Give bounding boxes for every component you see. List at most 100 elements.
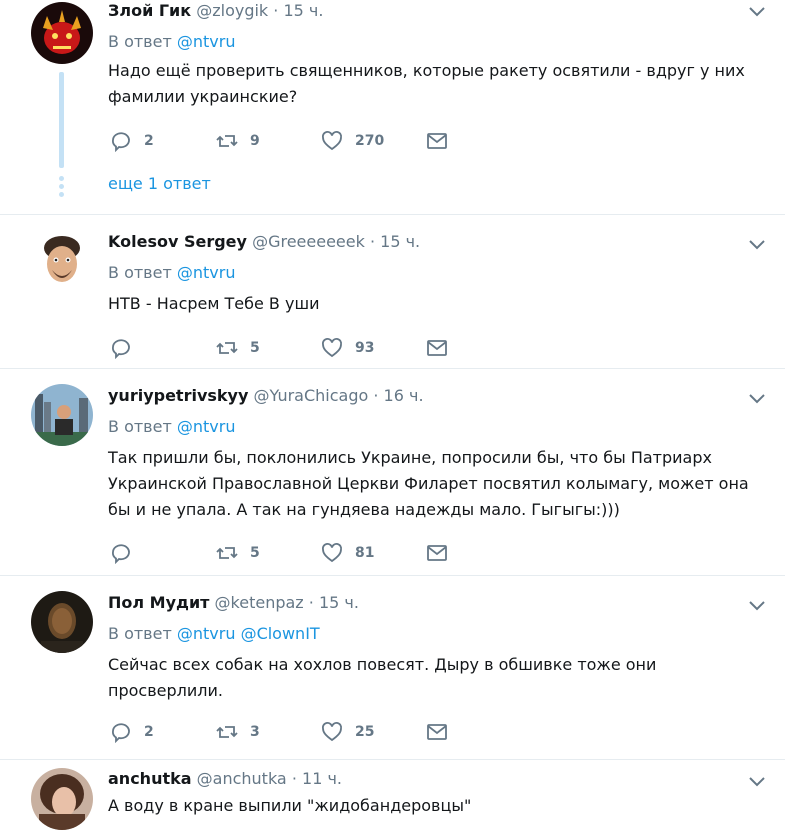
timestamp[interactable]: 11 ч.	[302, 769, 342, 788]
author-handle[interactable]: @ketenpaz	[215, 593, 304, 612]
tweet-5[interactable]: anchutka @anchutka · 11 ч. А воду в кран…	[0, 760, 785, 833]
separator-dot: ·	[291, 769, 297, 788]
tweet-header: Kolesov Sergey @Greeeeeeek · 15 ч.	[108, 232, 420, 251]
reply-to-label: В ответ	[108, 32, 172, 51]
tweet-header: yuriypetrivskyy @YuraChicago · 16 ч.	[108, 386, 424, 405]
thread-line	[59, 72, 64, 168]
reply-button[interactable]: 2	[110, 128, 154, 154]
chevron-down-icon[interactable]	[748, 238, 766, 250]
thread-dots	[59, 176, 64, 200]
tweet-header: anchutka @anchutka · 11 ч.	[108, 769, 342, 788]
author-handle[interactable]: @zloygik	[196, 1, 268, 20]
dm-button[interactable]	[426, 128, 448, 154]
timestamp[interactable]: 15 ч.	[319, 593, 359, 612]
show-more-replies-link[interactable]: еще 1 ответ	[108, 174, 211, 193]
avatar-image	[31, 591, 93, 653]
tweet-header: Злой Гик @zloygik · 15 ч.	[108, 1, 323, 20]
tweet-2[interactable]: Kolesov Sergey @Greeeeeeek · 15 ч. В отв…	[0, 215, 785, 367]
author-handle[interactable]: @anchutka	[197, 769, 287, 788]
envelope-icon	[427, 133, 447, 149]
mention-link[interactable]: @ntvru	[177, 263, 236, 282]
tweet-1[interactable]: Злой Гик @zloygik · 15 ч. В ответ @ntvru…	[0, 0, 785, 214]
mention-link[interactable]: @ntvru	[177, 417, 236, 436]
avatar[interactable]	[31, 591, 93, 653]
tweet-actions: 5 81	[108, 540, 528, 566]
envelope-icon	[427, 545, 447, 561]
reply-button[interactable]	[110, 540, 144, 566]
like-count: 270	[355, 133, 385, 149]
reply-to-line: В ответ @ntvru	[108, 263, 235, 282]
mention-link[interactable]: @ntvru	[177, 32, 236, 51]
dm-button[interactable]	[426, 540, 448, 566]
like-count: 81	[355, 545, 375, 561]
author-handle[interactable]: @Greeeeeeek	[252, 232, 365, 251]
avatar-image	[31, 2, 93, 64]
author-handle[interactable]: @YuraChicago	[254, 386, 369, 405]
avatar[interactable]	[31, 384, 93, 446]
reply-to-line: В ответ @ntvru	[108, 32, 235, 51]
retweet-icon	[216, 547, 238, 559]
avatar-image	[31, 384, 93, 446]
chevron-down-icon[interactable]	[748, 599, 766, 611]
retweet-count: 9	[250, 133, 260, 149]
author-name[interactable]: Пол Мудит	[108, 593, 209, 612]
separator-dot: ·	[308, 593, 314, 612]
author-name[interactable]: Kolesov Sergey	[108, 232, 247, 251]
dm-button[interactable]	[426, 719, 448, 745]
separator-dot: ·	[369, 232, 376, 251]
retweet-button[interactable]: 3	[216, 719, 260, 745]
mention-link[interactable]: @ntvru	[177, 624, 236, 643]
separator-dot: ·	[373, 386, 379, 405]
reply-to-label: В ответ	[108, 417, 172, 436]
timestamp[interactable]: 15 ч.	[283, 1, 323, 20]
tweet-text: А воду в кране выпили "жидобандеровцы"	[108, 796, 472, 815]
retweet-icon	[216, 342, 238, 354]
avatar[interactable]	[31, 2, 93, 64]
tweet-text: Надо ещё проверить священников, которые …	[108, 61, 745, 106]
tweet-text: НТВ - Насрем Тебе В уши	[108, 294, 320, 313]
tweet-3[interactable]: yuriypetrivskyy @YuraChicago · 16 ч. В о…	[0, 369, 785, 574]
chevron-down-icon[interactable]	[748, 5, 766, 17]
tweet-text: Так пришли бы, поклонились Украине, попр…	[108, 448, 749, 519]
like-count: 25	[355, 724, 375, 740]
avatar[interactable]	[31, 768, 93, 830]
reply-icon	[112, 132, 130, 152]
retweet-icon	[216, 726, 238, 738]
like-button[interactable]: 25	[321, 719, 374, 745]
heart-icon	[322, 543, 342, 563]
tweet-4[interactable]: Пол Мудит @ketenpaz · 15 ч. В ответ @ntv…	[0, 576, 785, 758]
retweet-count: 5	[250, 340, 260, 356]
avatar[interactable]	[31, 230, 93, 292]
tweet-actions: 5 93	[108, 335, 528, 361]
reply-count: 2	[144, 724, 154, 740]
reply-button[interactable]: 2	[110, 719, 154, 745]
retweet-button[interactable]: 5	[216, 540, 260, 566]
tweet-text: Сейчас всех собак на хохлов повесят. Дыр…	[108, 655, 657, 700]
chevron-down-icon[interactable]	[748, 775, 766, 787]
author-name[interactable]: anchutka	[108, 769, 192, 788]
mention-link[interactable]: @ClownIT	[241, 624, 320, 643]
dm-button[interactable]	[426, 335, 448, 361]
reply-count: 2	[144, 133, 154, 149]
chevron-down-icon[interactable]	[748, 392, 766, 404]
envelope-icon	[427, 724, 447, 740]
avatar-image	[31, 768, 93, 830]
author-name[interactable]: yuriypetrivskyy	[108, 386, 248, 405]
timestamp[interactable]: 16 ч.	[384, 386, 424, 405]
separator-dot: ·	[273, 1, 279, 20]
heart-icon	[322, 722, 342, 742]
like-button[interactable]: 93	[321, 335, 374, 361]
reply-button[interactable]	[110, 335, 144, 361]
retweet-button[interactable]: 9	[216, 128, 260, 154]
heart-icon	[322, 131, 342, 151]
envelope-icon	[427, 340, 447, 356]
retweet-count: 3	[250, 724, 260, 740]
timestamp[interactable]: 15 ч.	[380, 232, 420, 251]
retweet-button[interactable]: 5	[216, 335, 260, 361]
like-button[interactable]: 270	[321, 128, 384, 154]
retweet-count: 5	[250, 545, 260, 561]
like-button[interactable]: 81	[321, 540, 374, 566]
reply-to-label: В ответ	[108, 624, 172, 643]
reply-icon	[112, 544, 130, 564]
author-name[interactable]: Злой Гик	[108, 1, 191, 20]
